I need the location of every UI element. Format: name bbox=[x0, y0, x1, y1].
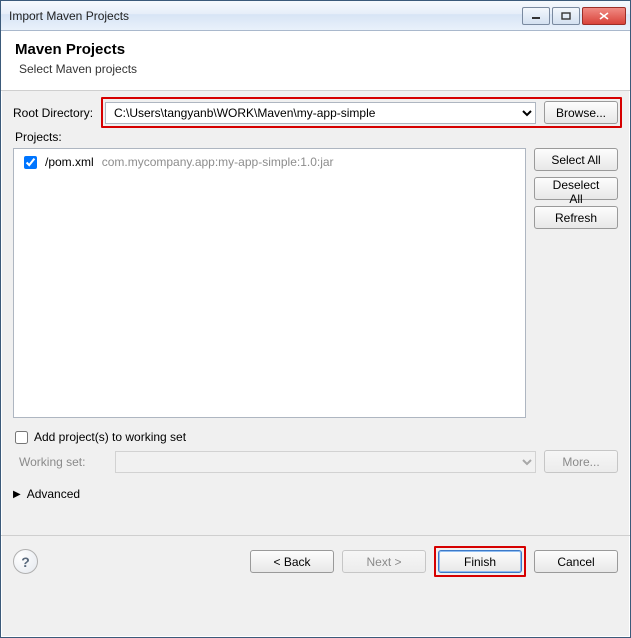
cancel-button[interactable]: Cancel bbox=[534, 550, 618, 573]
title-bar[interactable]: Import Maven Projects bbox=[1, 1, 630, 31]
root-directory-label: Root Directory: bbox=[13, 106, 105, 120]
project-gav: com.mycompany.app:my-app-simple:1.0:jar bbox=[102, 155, 334, 169]
highlight-root-directory: C:\Users\tangyanb\WORK\Maven\my-app-simp… bbox=[101, 97, 622, 128]
working-set-select-row: Working set: More... bbox=[13, 450, 618, 473]
chevron-right-icon: ▶ bbox=[13, 489, 21, 500]
back-button[interactable]: < Back bbox=[250, 550, 334, 573]
projects-tree[interactable]: /pom.xml com.mycompany.app:my-app-simple… bbox=[13, 148, 526, 418]
projects-side-buttons: Select All Deselect All Refresh bbox=[534, 148, 618, 418]
projects-area: /pom.xml com.mycompany.app:my-app-simple… bbox=[13, 148, 618, 418]
working-set-combo bbox=[115, 451, 536, 473]
advanced-label: Advanced bbox=[27, 487, 80, 501]
working-set-add-label: Add project(s) to working set bbox=[34, 430, 186, 444]
dialog-window: Import Maven Projects Maven Projects Sel… bbox=[0, 0, 631, 638]
window-title: Import Maven Projects bbox=[9, 9, 520, 23]
page-title: Maven Projects bbox=[15, 41, 616, 58]
project-checkbox[interactable] bbox=[24, 156, 37, 169]
close-button[interactable] bbox=[582, 7, 626, 25]
wizard-body: Root Directory: C:\Users\tangyanb\WORK\M… bbox=[1, 91, 630, 536]
next-button: Next > bbox=[342, 550, 426, 573]
project-path: /pom.xml bbox=[45, 155, 94, 169]
working-set-add-row: Add project(s) to working set bbox=[13, 430, 618, 444]
window-controls bbox=[520, 7, 626, 25]
highlight-finish: Finish bbox=[434, 546, 526, 577]
root-directory-combo[interactable]: C:\Users\tangyanb\WORK\Maven\my-app-simp… bbox=[105, 102, 536, 124]
working-set-checkbox[interactable] bbox=[15, 431, 28, 444]
wizard-header: Maven Projects Select Maven projects bbox=[1, 31, 630, 91]
deselect-all-button[interactable]: Deselect All bbox=[534, 177, 618, 200]
root-directory-row: Root Directory: C:\Users\tangyanb\WORK\M… bbox=[13, 101, 618, 124]
tree-item[interactable]: /pom.xml com.mycompany.app:my-app-simple… bbox=[22, 155, 517, 169]
working-set-label: Working set: bbox=[19, 455, 107, 469]
root-directory-wrap: C:\Users\tangyanb\WORK\Maven\my-app-simp… bbox=[105, 102, 536, 124]
minimize-button[interactable] bbox=[522, 7, 550, 25]
maximize-button[interactable] bbox=[552, 7, 580, 25]
more-button: More... bbox=[544, 450, 618, 473]
page-subtitle: Select Maven projects bbox=[19, 62, 616, 76]
refresh-button[interactable]: Refresh bbox=[534, 206, 618, 229]
wizard-footer: ? < Back Next > Finish Cancel bbox=[1, 536, 630, 589]
browse-button[interactable]: Browse... bbox=[544, 101, 618, 124]
advanced-toggle[interactable]: ▶ Advanced bbox=[13, 487, 618, 501]
projects-label: Projects: bbox=[15, 130, 618, 144]
select-all-button[interactable]: Select All bbox=[534, 148, 618, 171]
finish-button[interactable]: Finish bbox=[438, 550, 522, 573]
help-icon[interactable]: ? bbox=[13, 549, 38, 574]
